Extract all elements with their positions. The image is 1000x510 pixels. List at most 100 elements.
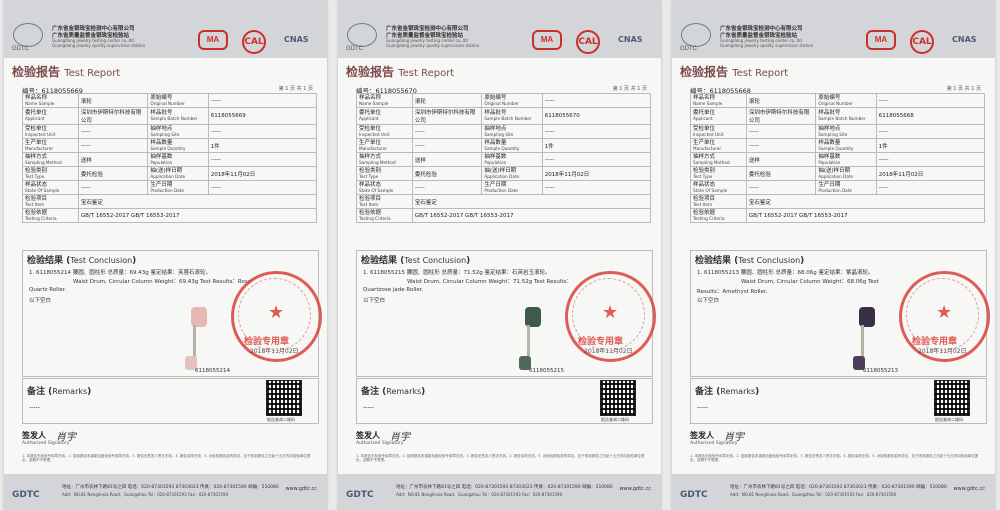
table-row: 抽样方式 Sampling Method 送样 抽样基数 Population --… [356, 152, 652, 167]
table-row: 受检单位 Inspected Unit ----- 抽样地点 Sampling Si… [690, 124, 986, 139]
report-title: 检验报告 Test Report [346, 63, 454, 80]
report-title-en: Test Report [398, 68, 455, 79]
sample-info-table: 样品名称 Name Sample 滚轮 原始编号 Original Number -… [22, 93, 318, 223]
conclusion-line-4: 以下空白 [29, 298, 52, 304]
cma-mark-icon: MA [532, 30, 562, 50]
table-row: 委托单位 Applicant 深圳市伊斯特尔科技有限公司 样品批号 Sample B… [690, 107, 986, 125]
conclusion-line-1: 1. 6118055213 腰圆、圆柱形 总质量：68.06g 鉴定结果：紫晶滚… [697, 270, 874, 276]
org-name-en-2: Guangdong jewelry quality supervision st… [720, 43, 814, 48]
qr-code-icon[interactable] [934, 380, 970, 416]
roller-head [191, 307, 207, 327]
value-test-item: 宝石鉴定 [745, 194, 986, 209]
value-sampling-method: 送样 [745, 152, 817, 167]
value-quantity: 1件 [541, 138, 652, 153]
conclusion-title-en: Test Conclusion [738, 256, 801, 265]
value-sample-name: 滚轮 [77, 93, 149, 108]
label-manufacturer: 生产单位 Manufacturer [22, 138, 79, 153]
value-production-date: ----- [207, 180, 318, 195]
label-quantity: 样品数量 Sample Quantity [481, 138, 543, 153]
label-production-date: 生产日期 Production Date [815, 180, 877, 195]
signer-label: 签发人 [356, 431, 380, 440]
inspection-seal: ★ 检验专用章 2018年11月02日 [899, 271, 990, 362]
value-original-no: ----- [875, 93, 986, 108]
conclusion-title-en: Test Conclusion [404, 256, 467, 265]
star-icon: ★ [936, 302, 953, 323]
value-sampling-site: ----- [541, 124, 652, 139]
report-sheet: GDTC 广东省金银珠宝检测中心有限公司 广东省质量监督金银珠宝检验站 Guan… [4, 0, 327, 510]
label-manufacturer: 生产单位 Manufacturer [356, 138, 413, 153]
inspection-seal: ★ 检验专用章 2018年11月02日 [231, 271, 322, 362]
page-indicator: 第 1 页 共 1 页 [278, 86, 313, 92]
value-inspected-unit: ----- [745, 124, 817, 139]
footer-website: www.gdtc.cc [285, 486, 317, 492]
seal-date: 2018年11月02日 [584, 348, 633, 355]
footer-logo: GDTC [346, 490, 374, 500]
cma-mark-icon: MA [866, 30, 896, 50]
footnote: 1. 本报告无检验专用章无效。2. 复制报告未重新加盖检验专用章无效。3. 报告… [356, 454, 645, 462]
table-row: 检验类别 Test Type 委托检验 抽(送)样日期 Application Da… [690, 166, 986, 181]
conclusion-line-4: 以下空白 [363, 298, 386, 304]
footer-address-en: Add：NO.81 Nonglinxia Road，Guangzhou Tel：… [396, 492, 563, 497]
value-manufacturer: ----- [745, 138, 817, 153]
label-application-date: 抽(送)样日期 Application Date [815, 166, 877, 181]
page-indicator: 第 1 页 共 1 页 [946, 86, 981, 92]
label-sampling-site: 抽样地点 Sampling Site [481, 124, 543, 139]
test-conclusion-title: 检验结果 (Test Conclusion) [361, 256, 471, 266]
gdtc-logo-icon [13, 23, 43, 47]
roller-head [525, 307, 541, 327]
label-population: 抽样基数 Population [815, 152, 877, 167]
value-quantity: 1件 [207, 138, 318, 153]
qr-caption: 报告查询二维码 [267, 417, 295, 422]
cal-mark-icon: CAL [242, 30, 266, 54]
table-row: 生产单位 Manufacturer ----- 样品数量 Sample Quanti… [690, 138, 986, 153]
value-batch-no: 6118055669 [207, 107, 318, 125]
product-code: 6118055214 [195, 368, 230, 374]
table-row: 生产单位 Manufacturer ----- 样品数量 Sample Quanti… [356, 138, 652, 153]
remarks-title: 备注 (Remarks) [695, 387, 760, 397]
seal-date: 2018年11月02日 [918, 348, 967, 355]
conclusion-line-4: 以下空白 [697, 298, 720, 304]
value-state-of-sample: ----- [411, 180, 483, 195]
table-row: 检验依据 Testing Criteria GB/T 16552-2017 GB/… [690, 208, 986, 223]
seal-date: 2018年11月02日 [250, 348, 299, 355]
qr-code-icon[interactable] [266, 380, 302, 416]
star-icon: ★ [268, 302, 285, 323]
table-row: 委托单位 Applicant 深圳市伊斯特尔科技有限公司 样品批号 Sample B… [22, 107, 318, 125]
logo-text: GDTC [680, 46, 697, 52]
value-sampling-site: ----- [207, 124, 318, 139]
value-production-date: ----- [541, 180, 652, 195]
report-sheet: GDTC 广东省金银珠宝检测中心有限公司 广东省质量监督金银珠宝检验站 Guan… [338, 0, 661, 510]
label-sample-name: 样品名称 Name Sample [356, 93, 413, 108]
conclusion-line-2: Waist Drum, Circular Column Weight：68.06… [741, 279, 879, 285]
qr-caption: 报告查询二维码 [601, 417, 629, 422]
report-title-cn: 检验报告 [12, 65, 61, 79]
page-indicator: 第 1 页 共 1 页 [612, 86, 647, 92]
gdtc-logo-icon [347, 23, 377, 47]
value-testing-criteria: GB/T 16552-2017 GB/T 16553-2017 [745, 208, 986, 223]
value-application-date: 2018年11月02日 [541, 166, 652, 181]
label-batch-no: 样品批号 Sample Batch Number [147, 107, 209, 125]
conclusion-line-3: Quartzose jade Roller. [363, 287, 424, 293]
label-test-type: 检验类别 Test Type [690, 166, 747, 181]
conclusion-title-en: Test Conclusion [70, 256, 133, 265]
remarks-title-en: Remarks [720, 387, 756, 396]
remarks-title-cn: 备注 [695, 387, 714, 397]
table-row: 检验项目 Test Item 宝石鉴定 [356, 194, 652, 209]
table-row: 检验依据 Testing Criteria GB/T 16552-2017 GB/… [22, 208, 318, 223]
conclusion-title-cn: 检验结果 [27, 256, 64, 266]
signature: 肖宇 [390, 432, 410, 443]
signature: 肖宇 [56, 432, 76, 443]
label-applicant: 委托单位 Applicant [690, 107, 747, 125]
test-conclusion-section: 检验结果 (Test Conclusion) 1. 6118055213 腰圆、… [690, 250, 990, 377]
conclusion-line-3: Results：Amethyst Roller. [697, 289, 768, 295]
remarks-title-cn: 备注 [361, 387, 380, 397]
label-inspected-unit: 受检单位 Inspected Unit [690, 124, 747, 139]
qr-code-icon[interactable] [600, 380, 636, 416]
value-population: ----- [541, 152, 652, 167]
footer-website: www.gdtc.cc [953, 486, 985, 492]
label-sampling-site: 抽样地点 Sampling Site [815, 124, 877, 139]
label-test-type: 检验类别 Test Type [356, 166, 413, 181]
label-original-no: 原始编号 Original Number [481, 93, 543, 108]
remarks-section: 备注 (Remarks) ----- 报告查询二维码 [22, 378, 319, 424]
label-state-of-sample: 样品状态 State Of Sample [690, 180, 747, 195]
